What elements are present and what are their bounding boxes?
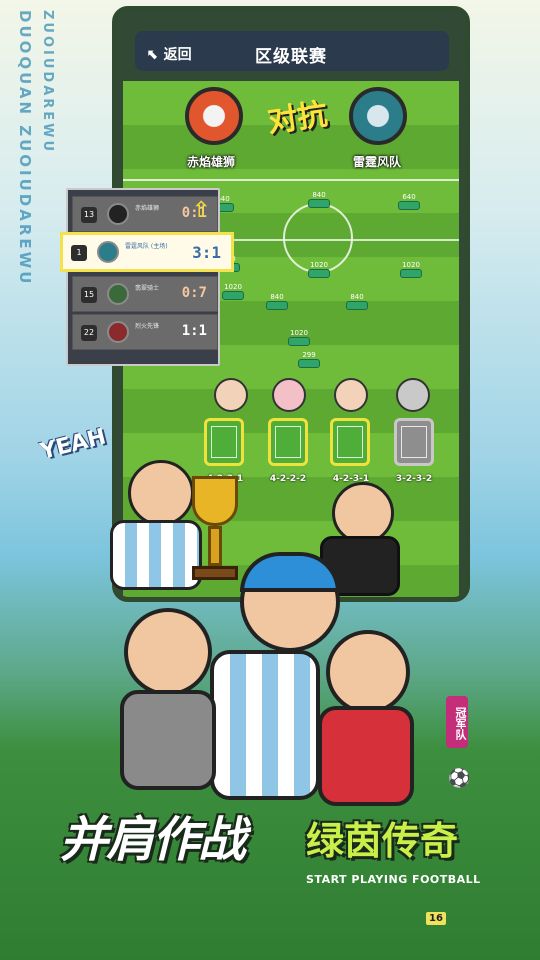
team-logo-icon [97,241,119,263]
ranking-row[interactable]: 22 烈火先锋 1:1 [72,314,218,350]
away-team-name: 雷霆风队 [353,155,402,169]
rank-team-name: 翡翠骑士 [135,285,160,292]
rank-score: 0:7 [181,285,207,301]
rank-team-name: 雷霆风队 (主场) [125,243,168,250]
team-logo-icon [107,283,129,305]
player-slot[interactable]: 840 [307,191,331,209]
player-slot[interactable]: 1020 [399,261,423,279]
pink-hair-player-head [124,608,212,696]
ranking-row-highlight[interactable]: 1 雷霆风队 (主场) 3:1 [60,232,234,272]
brown-hair-player-body [318,706,414,806]
rank-score: 1:1 [181,323,207,339]
board-title: 区级联赛 [255,47,327,67]
formation-card[interactable] [330,418,370,466]
rank-position: 1 [71,245,87,261]
rank-position: 15 [81,287,97,303]
formation-label: 3-2-3-2 [395,474,433,484]
rank-position: 22 [81,325,97,341]
side-vertical-text: DUOQUAN ZUOIUDAREWU [16,10,34,287]
coach-avatar[interactable] [396,378,430,412]
formation-label: 4-2-3-1 [332,474,370,484]
home-team-name: 赤焰雄狮 [187,155,236,169]
brown-hair-player-head [326,630,410,714]
player-slot[interactable]: 1020 [287,329,311,347]
formation-card[interactable] [268,418,308,466]
pink-hair-player-body [120,690,216,790]
versus-label: 对抗 [265,96,330,140]
player-slot[interactable]: 1020 [307,261,331,279]
rank-score: 3:1 [192,243,221,262]
cheering-player-body [110,520,202,590]
coach-avatar[interactable] [214,378,248,412]
away-team-crest [349,87,407,145]
player-slot[interactable]: 840 [345,293,369,311]
slogan-english: START PLAYING FOOTBALL [306,873,481,886]
main-player-body [210,650,320,800]
side-vertical-text-2: ZUOIUDAREWU [40,10,55,155]
rank-team-name: 烈火先锋 [135,323,160,330]
team-logo-icon [107,203,129,225]
slogan-accent: 绿茵传奇 [306,819,459,863]
champion-team-tag: 冠军队 [446,696,468,748]
rank-position: 13 [81,207,97,223]
yeah-text: YEAH [37,424,109,465]
ranking-row[interactable]: 15 翡翠骑士 0:7 [72,276,218,312]
pitch-line [123,179,459,181]
goalkeeper-slot[interactable]: 299 [297,351,321,369]
red-hair-player-head [332,482,394,544]
age-rating-badge: 16 [426,912,446,925]
formation-card-locked[interactable] [394,418,434,466]
player-slot[interactable]: 1020 [221,283,245,301]
game-promo-screen: DUOQUAN ZUOIUDAREWU ZUOIUDAREWU ⬉ 返回 区级联… [0,0,540,960]
trophy-icon [192,476,238,596]
cheering-player-head [128,460,194,526]
coach-avatar[interactable] [272,378,306,412]
rank-team-name: 赤焰雄狮 [135,205,160,212]
coach-avatars [118,378,448,418]
up-arrow-icon: ⇧ [192,198,211,223]
team-logo-icon [107,321,129,343]
slogan-main: 并肩作战 [60,812,246,868]
home-team-crest [185,87,243,145]
coach-avatar[interactable] [334,378,368,412]
formation-label: 4-2-2-2 [269,474,307,484]
player-slot[interactable]: 640 [397,193,421,211]
football-icon: ⚽ [448,768,471,789]
player-slot[interactable]: 840 [265,293,289,311]
formation-card[interactable] [204,418,244,466]
